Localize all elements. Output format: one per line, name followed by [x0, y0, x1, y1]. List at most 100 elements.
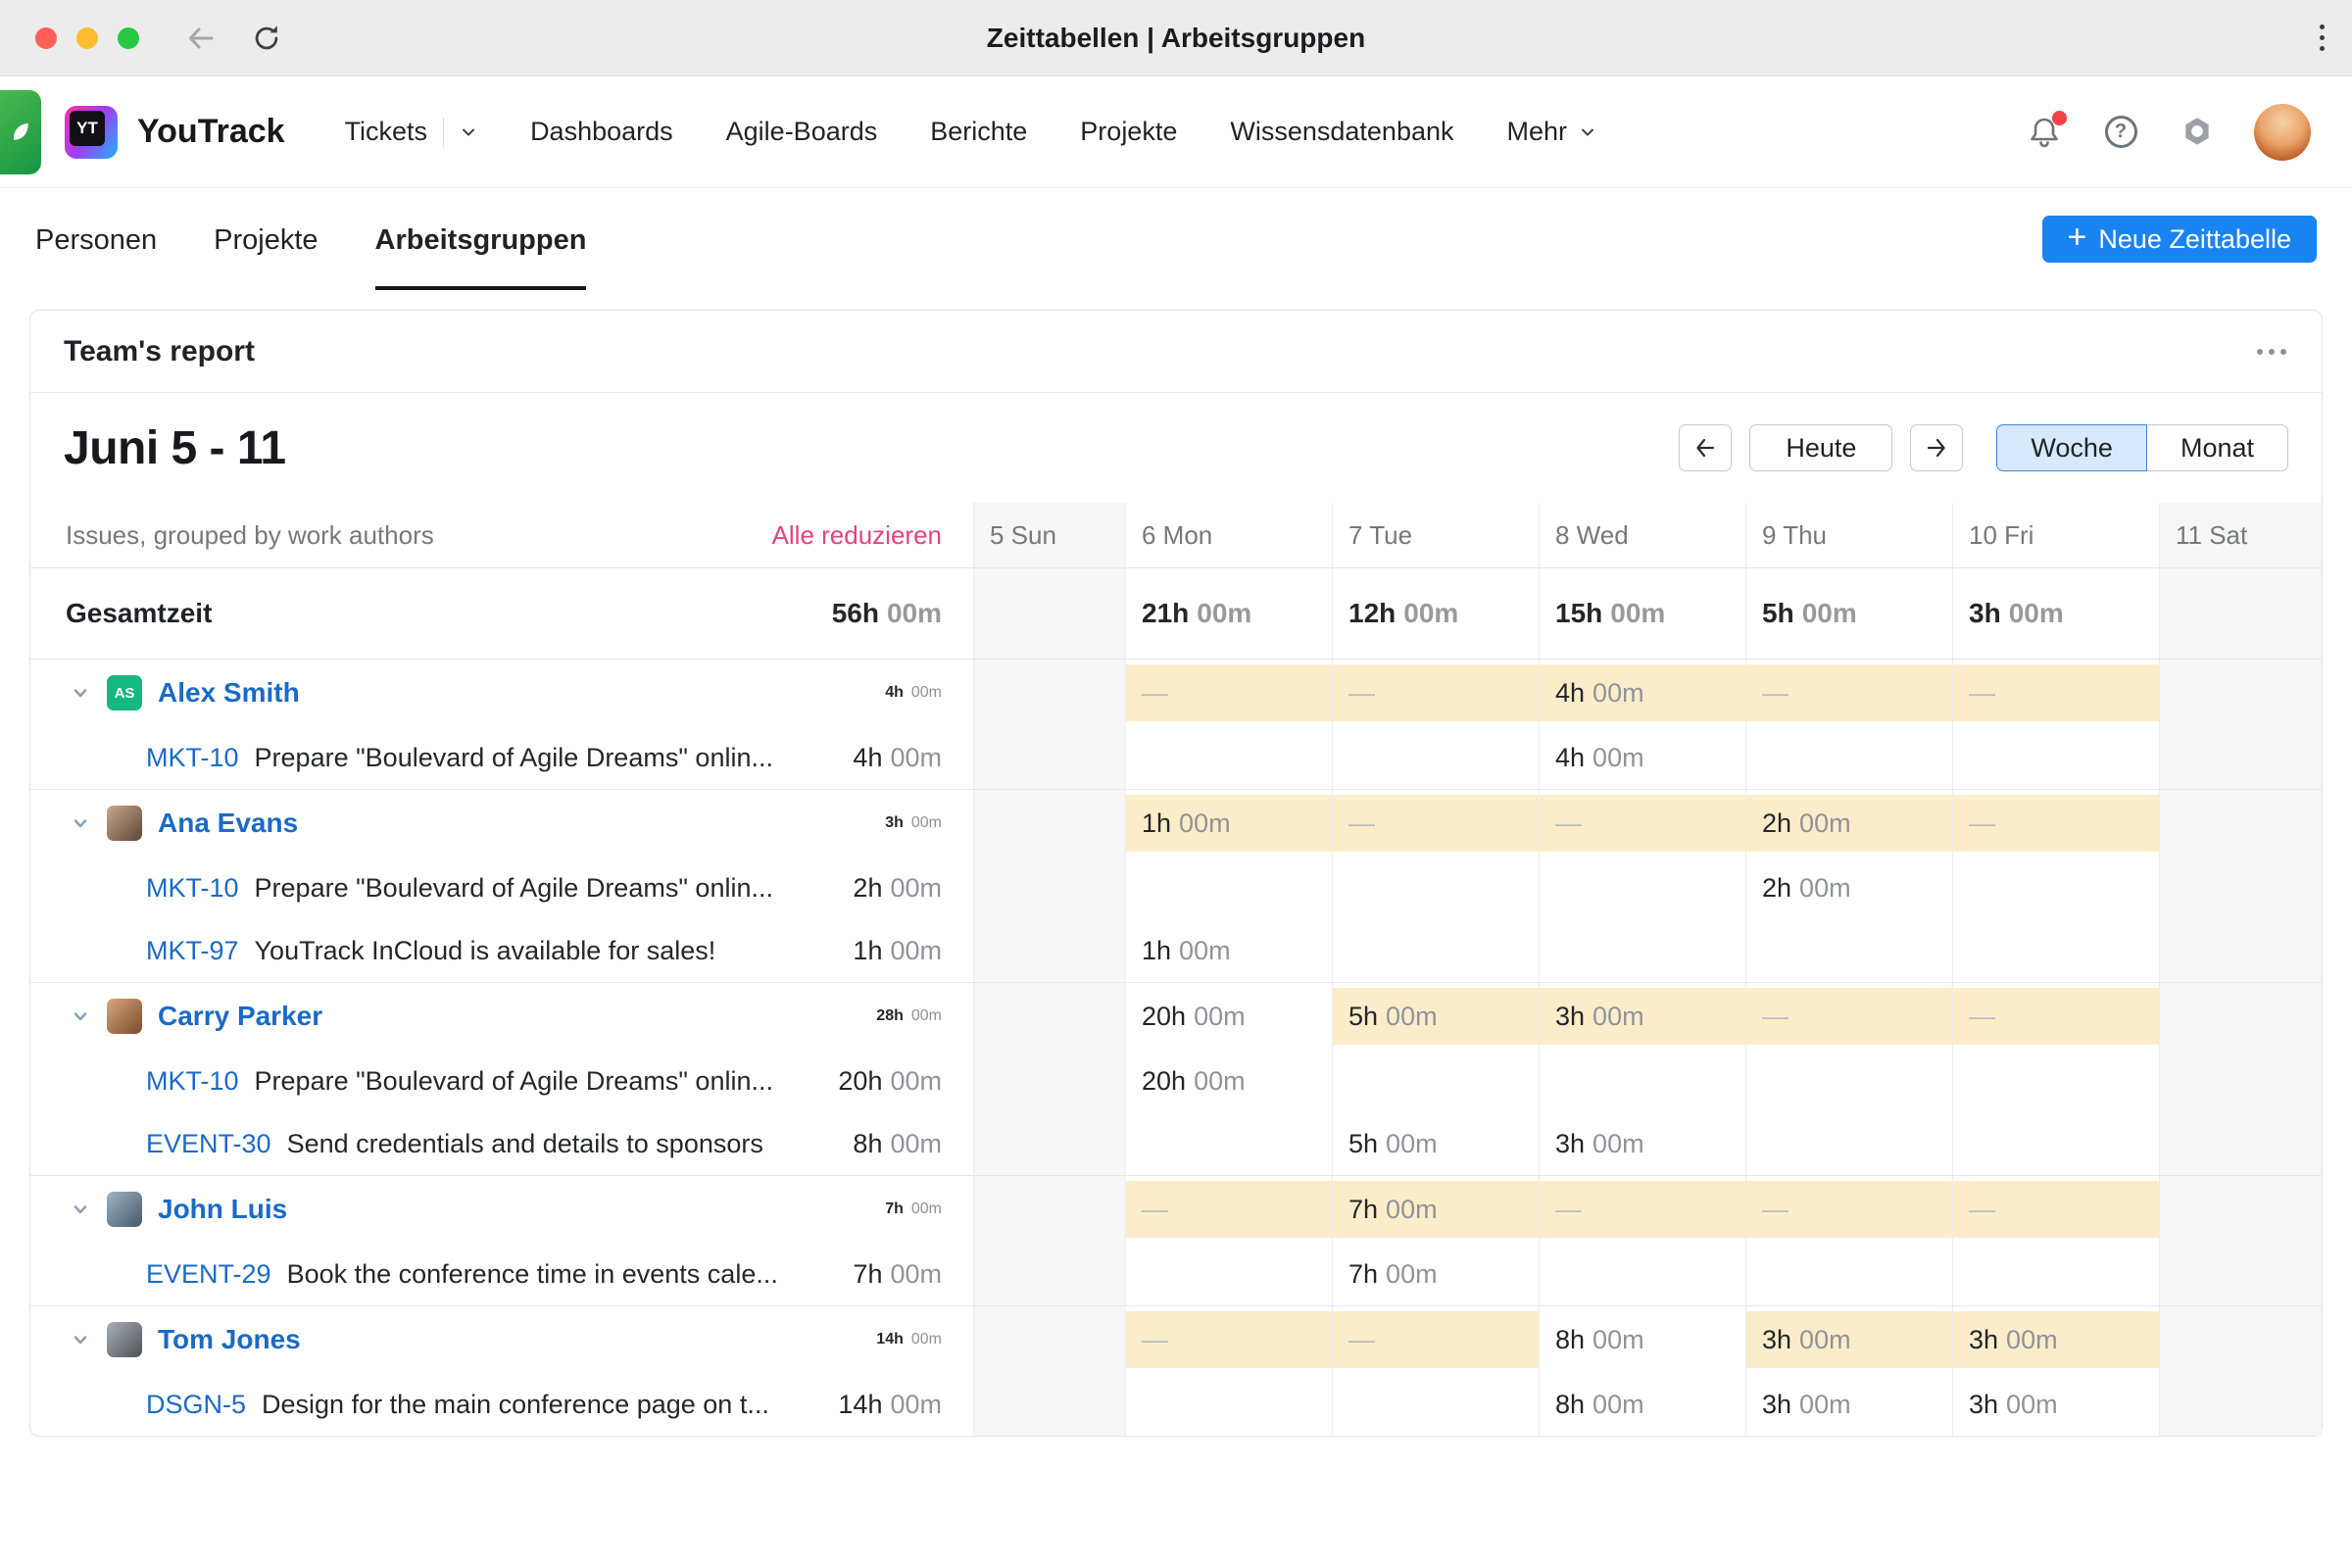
- cell-minutes: 00m: [1386, 1002, 1438, 1032]
- week-toggle-button[interactable]: Woche: [1996, 424, 2147, 471]
- day-cell: [1952, 919, 2159, 982]
- day-cell: [973, 919, 1125, 982]
- person-name[interactable]: Ana Evans: [158, 808, 298, 839]
- grouping-header: Issues, grouped by work authors Alle red…: [30, 503, 973, 567]
- cell-value: 7h00m: [1333, 1259, 1438, 1290]
- user-avatar[interactable]: [2254, 104, 2311, 161]
- cell-minutes: 00m: [1802, 598, 1857, 629]
- month-label: Monat: [2180, 433, 2254, 464]
- person-name[interactable]: Alex Smith: [158, 677, 300, 709]
- browser-menu-icon[interactable]: [2320, 24, 2325, 51]
- issue-summary: Design for the main conference page on t…: [262, 1390, 769, 1420]
- avatar: [107, 1192, 142, 1227]
- person-row: John Luis 7h 00m —7h00m———: [30, 1176, 2322, 1243]
- tab-projekte[interactable]: Projekte: [214, 188, 318, 290]
- chevron-down-icon[interactable]: [70, 812, 91, 834]
- issue-key[interactable]: DSGN-5: [146, 1390, 246, 1420]
- person-total: 7h 00m: [873, 1200, 942, 1218]
- collapse-all-link[interactable]: Alle reduzieren: [772, 520, 942, 551]
- cell-minutes: 00m: [1197, 598, 1251, 629]
- day-header: 10 Fri: [1952, 503, 2159, 567]
- cell-hours: 1h: [1142, 936, 1171, 966]
- issue-key[interactable]: MKT-97: [146, 936, 239, 966]
- tab-label: Personen: [35, 224, 157, 257]
- new-timesheet-button[interactable]: + Neue Zeittabelle: [2042, 216, 2317, 263]
- person-name[interactable]: Tom Jones: [158, 1324, 301, 1355]
- issue-key[interactable]: EVENT-29: [146, 1259, 271, 1290]
- nav-item-mehr[interactable]: Mehr: [1481, 117, 1624, 147]
- zoom-window-button[interactable]: [118, 27, 139, 49]
- cell-value: 2h00m: [1746, 873, 1851, 904]
- chevron-down-icon[interactable]: [70, 1005, 91, 1027]
- nav-item-wissensdatenbank[interactable]: Wissensdatenbank: [1203, 117, 1480, 147]
- close-window-button[interactable]: [35, 27, 57, 49]
- issue-key[interactable]: EVENT-30: [146, 1129, 271, 1159]
- youtrack-logo-icon[interactable]: YT: [65, 106, 118, 159]
- pinned-extension-icon[interactable]: [0, 90, 41, 174]
- back-icon[interactable]: [184, 22, 218, 55]
- issue-key[interactable]: MKT-10: [146, 743, 239, 773]
- day-cell: —: [1125, 660, 1332, 726]
- previous-week-button[interactable]: [1679, 424, 1732, 471]
- issue-total-hours: 8h: [853, 1129, 882, 1159]
- issue-summary: Send credentials and details to sponsors: [287, 1129, 763, 1159]
- report-title: Team's report: [64, 335, 255, 368]
- nav-item-label: Wissensdatenbank: [1230, 117, 1453, 147]
- today-button[interactable]: Heute: [1749, 424, 1892, 471]
- empty-dash: —: [1969, 808, 1995, 839]
- highlight-band: —: [1746, 1181, 1952, 1238]
- day-header: 8 Wed: [1539, 503, 1745, 567]
- issue-total: 8h 00m: [841, 1129, 942, 1159]
- day-cell: [973, 726, 1125, 789]
- day-cell: —: [1952, 790, 2159, 857]
- day-cell: 3h00m: [1539, 1112, 1745, 1175]
- tab-label: Arbeitsgruppen: [375, 224, 587, 257]
- day-cell: [1125, 1373, 1332, 1436]
- chevron-down-icon[interactable]: [70, 682, 91, 704]
- day-cell: 3h00m: [1745, 1373, 1952, 1436]
- day-cell: 2h00m: [1745, 857, 1952, 919]
- tab-arbeitsgruppen[interactable]: Arbeitsgruppen: [375, 188, 587, 290]
- day-cell: [2159, 790, 2322, 857]
- tab-personen[interactable]: Personen: [35, 188, 157, 290]
- help-icon[interactable]: ?: [2101, 113, 2140, 152]
- nav-item-agile-boards[interactable]: Agile-Boards: [700, 117, 905, 147]
- summary-total-hours: 56h: [832, 598, 879, 629]
- issue-key[interactable]: MKT-10: [146, 1066, 239, 1097]
- cell-value: 15h00m: [1540, 598, 1665, 629]
- issue-left: MKT-10 Prepare "Boulevard of Agile Dream…: [30, 1050, 973, 1112]
- chevron-down-icon[interactable]: [460, 123, 477, 141]
- divider: [443, 118, 444, 147]
- cell-minutes: 00m: [1592, 1129, 1644, 1159]
- day-cell: [1745, 1243, 1952, 1305]
- cell-hours: 3h: [1969, 1390, 1998, 1420]
- person-name[interactable]: John Luis: [158, 1194, 287, 1225]
- day-cell: [973, 983, 1125, 1050]
- day-cell: [1952, 1112, 2159, 1175]
- nav-item-berichte[interactable]: Berichte: [904, 117, 1054, 147]
- reload-icon[interactable]: [251, 23, 282, 54]
- month-toggle-button[interactable]: Monat: [2146, 424, 2288, 471]
- chevron-down-icon[interactable]: [70, 1199, 91, 1220]
- minimize-window-button[interactable]: [76, 27, 98, 49]
- cell-hours: 3h: [1969, 1325, 1998, 1355]
- cell-minutes: 00m: [1592, 1325, 1644, 1355]
- issue-row: DSGN-5 Design for the main conference pa…: [30, 1373, 2322, 1436]
- cell-hours: 1h: [1142, 808, 1171, 839]
- day-cell: [1539, 857, 1745, 919]
- nav-item-projekte[interactable]: Projekte: [1054, 117, 1203, 147]
- settings-nut-icon[interactable]: [2178, 113, 2217, 152]
- period-row: Juni 5 - 11 Heute Woche Monat: [30, 393, 2322, 503]
- day-cell: —: [1332, 790, 1539, 857]
- highlight-band: —: [1333, 664, 1539, 721]
- next-week-button[interactable]: [1910, 424, 1963, 471]
- nav-item-tickets[interactable]: Tickets: [318, 117, 505, 147]
- more-options-icon[interactable]: [2255, 339, 2288, 365]
- highlight-band: 3h00m: [1953, 1311, 2159, 1368]
- nav-item-dashboards[interactable]: Dashboards: [504, 117, 700, 147]
- highlight-band: 1h00m: [1126, 795, 1332, 852]
- issue-key[interactable]: MKT-10: [146, 873, 239, 904]
- chevron-down-icon[interactable]: [70, 1329, 91, 1350]
- person-name[interactable]: Carry Parker: [158, 1001, 322, 1032]
- notifications-bell-icon[interactable]: [2025, 113, 2064, 152]
